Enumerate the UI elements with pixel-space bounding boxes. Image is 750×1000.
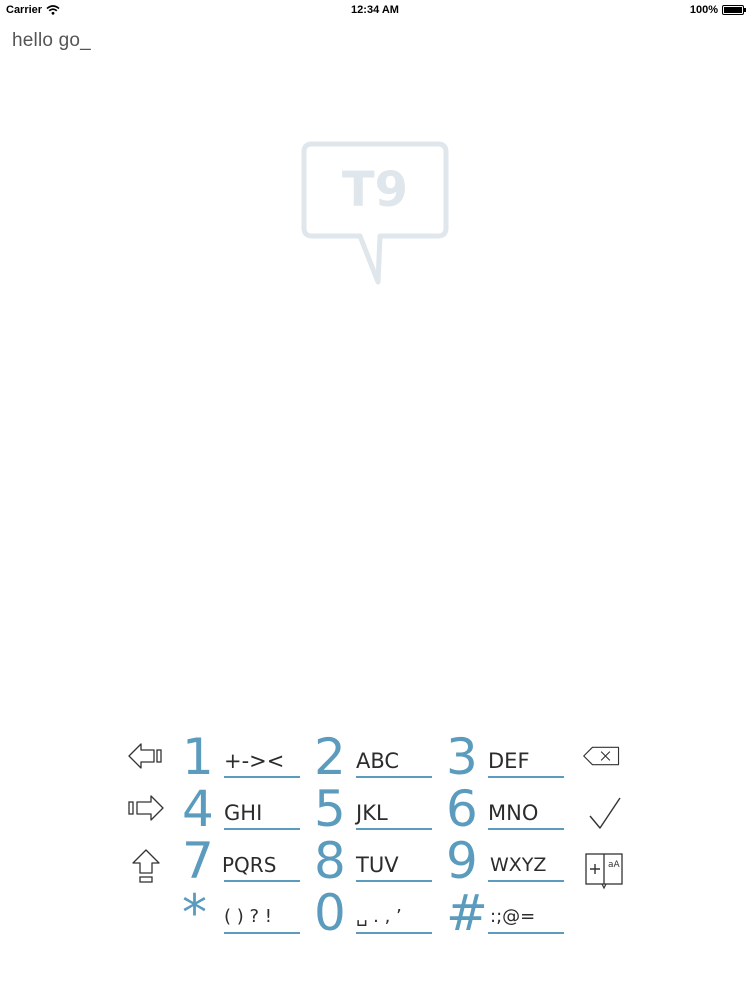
add-word-icon[interactable]: aA <box>584 850 624 890</box>
key-9[interactable]: 9 WXYZ <box>446 836 571 888</box>
key-digit: 3 <box>446 728 478 786</box>
key-4[interactable]: 4 GHI <box>182 784 307 836</box>
key-star[interactable]: * ( ) ? ! <box>182 888 307 940</box>
key-underline <box>488 828 564 830</box>
battery-label: 100% <box>689 4 718 16</box>
key-underline <box>488 776 564 778</box>
key-digit: 7 <box>182 832 214 890</box>
t9-keypad: aA 1 +->< 2 ABC 3 DEF 4 GHI 5 JKL 6 MNO … <box>0 728 750 938</box>
key-1[interactable]: 1 +->< <box>182 732 307 784</box>
key-underline <box>488 932 564 934</box>
key-0[interactable]: 0 ␣ . , ’ <box>314 888 439 940</box>
key-digit: 1 <box>182 728 214 786</box>
key-digit: 4 <box>182 780 214 838</box>
status-time: 12:34 AM <box>351 4 399 16</box>
shift-up-icon[interactable] <box>126 846 166 886</box>
key-letters: ABC <box>356 749 400 773</box>
arrow-left-icon[interactable] <box>126 736 166 776</box>
text-input[interactable]: hello go_ <box>12 30 91 52</box>
key-underline <box>356 880 432 882</box>
key-digit: 9 <box>446 832 478 890</box>
key-digit: 8 <box>314 832 346 890</box>
t9-keyboard-screen: Carrier 12:34 AM 100% hello go_ T9 aA 1 … <box>0 0 750 1000</box>
status-bar: Carrier 12:34 AM 100% <box>0 0 750 22</box>
key-underline <box>224 776 300 778</box>
logo-text: T9 <box>342 162 408 218</box>
key-digit: 2 <box>314 728 346 786</box>
key-digit: 6 <box>446 780 478 838</box>
key-underline <box>224 932 300 934</box>
key-underline <box>224 880 300 882</box>
key-digit: * <box>182 884 207 942</box>
key-letters: MNO <box>488 801 539 825</box>
key-letters: WXYZ <box>490 854 547 876</box>
svg-text:aA: aA <box>608 860 621 870</box>
arrow-right-icon[interactable] <box>126 788 166 828</box>
key-letters: :;@= <box>490 906 536 927</box>
key-5[interactable]: 5 JKL <box>314 784 439 836</box>
key-hash[interactable]: # :;@= <box>446 888 571 940</box>
key-letters: ␣ . , ’ <box>356 906 402 927</box>
status-battery: 100% <box>689 4 746 16</box>
key-2[interactable]: 2 ABC <box>314 732 439 784</box>
backspace-icon[interactable] <box>582 736 622 776</box>
key-3[interactable]: 3 DEF <box>446 732 571 784</box>
key-digit: 5 <box>314 780 346 838</box>
key-7[interactable]: 7 PQRS <box>182 836 307 888</box>
t9-logo: T9 <box>301 141 449 285</box>
key-digit: 0 <box>314 884 346 942</box>
key-letters: TUV <box>356 853 399 877</box>
key-underline <box>356 828 432 830</box>
key-letters: DEF <box>488 749 530 773</box>
key-digit: # <box>446 884 488 942</box>
checkmark-icon[interactable] <box>586 794 626 834</box>
key-letters: ( ) ? ! <box>224 906 272 927</box>
key-letters: PQRS <box>222 853 277 877</box>
key-letters: GHI <box>224 801 263 825</box>
key-underline <box>356 776 432 778</box>
key-6[interactable]: 6 MNO <box>446 784 571 836</box>
key-letters: JKL <box>356 801 388 825</box>
key-letters: +->< <box>224 749 285 773</box>
key-underline <box>488 880 564 882</box>
key-8[interactable]: 8 TUV <box>314 836 439 888</box>
battery-icon <box>722 5 746 15</box>
key-underline <box>224 828 300 830</box>
key-underline <box>356 932 432 934</box>
